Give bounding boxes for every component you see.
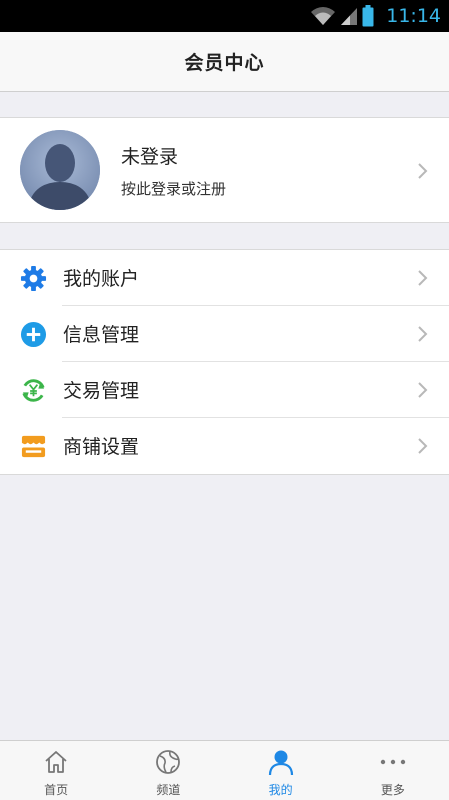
menu-item-label: 信息管理 (63, 324, 140, 346)
wifi-icon (311, 7, 336, 25)
profile-subtitle: 按此登录或注册 (121, 180, 227, 198)
tab-label: 更多 (380, 783, 405, 797)
bottom-tab-bar: 首页 频道 我的 更多 (0, 740, 449, 800)
chevron-right-icon (418, 438, 428, 454)
tab-more[interactable]: 更多 (337, 741, 449, 800)
chevron-right-icon (418, 382, 428, 398)
user-icon (268, 750, 293, 776)
avatar (20, 130, 100, 210)
status-icons: 11:14 (310, 0, 441, 32)
profile-card[interactable]: 未登录 按此登录或注册 (0, 117, 449, 223)
status-time: 11:14 (386, 5, 441, 27)
status-bar: 11:14 (0, 0, 449, 32)
tab-label: 首页 (44, 783, 69, 797)
page-title: 会员中心 (184, 52, 265, 74)
tab-mine[interactable]: 我的 (225, 741, 337, 800)
more-icon (380, 759, 406, 765)
plus-circle-icon (20, 321, 47, 348)
chevron-right-icon (418, 163, 428, 179)
signal-icon (341, 8, 358, 25)
tab-label: 频道 (156, 783, 181, 797)
default-avatar-icon (20, 130, 100, 210)
menu-item-label: 交易管理 (63, 380, 140, 402)
gear-icon (20, 265, 47, 292)
menu-item-info[interactable]: 信息管理 (0, 306, 449, 362)
menu-item-label: 商铺设置 (63, 436, 140, 458)
profile-name: 未登录 (121, 146, 179, 168)
menu-item-transactions[interactable]: 交易管理 (0, 362, 449, 418)
tab-channels[interactable]: 频道 (112, 741, 224, 800)
tab-label: 我的 (268, 783, 293, 797)
menu-item-label: 我的账户 (63, 268, 140, 290)
chevron-right-icon (418, 270, 428, 286)
tab-home[interactable]: 首页 (0, 741, 112, 800)
menu-item-account[interactable]: 我的账户 (0, 250, 449, 306)
chevron-right-icon (418, 326, 428, 342)
header: 会员中心 (0, 32, 449, 92)
home-icon (45, 751, 67, 773)
battery-icon (362, 5, 374, 27)
yen-exchange-icon (22, 379, 45, 402)
menu-list: 我的账户 信息管理 交易管理 商铺设置 (0, 249, 449, 475)
menu-item-shop-settings[interactable]: 商铺设置 (0, 418, 449, 474)
shop-icon (21, 435, 46, 458)
globe-icon (156, 750, 181, 774)
